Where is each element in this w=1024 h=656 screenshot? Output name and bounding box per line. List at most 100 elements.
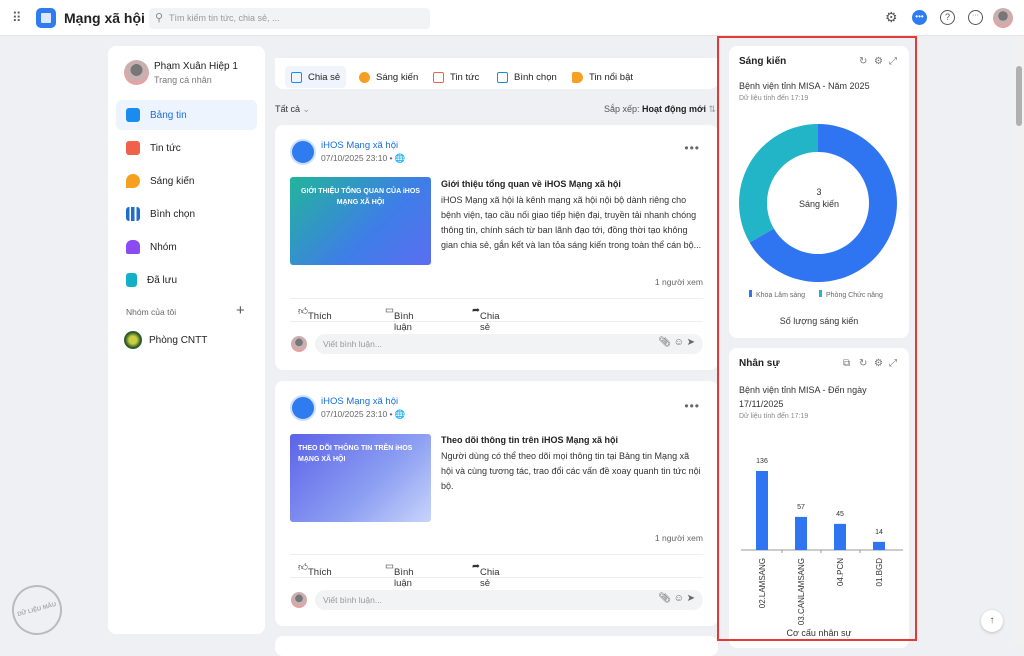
share-label: Chia sẻ (479, 567, 500, 589)
add-group-icon[interactable]: + (236, 302, 245, 319)
like-button[interactable]: 👍︎ Thích (298, 561, 332, 578)
tab-binh-chon[interactable]: Bình chọn (491, 66, 563, 88)
profile-subtitle[interactable]: Trang cá nhân (154, 75, 212, 85)
post-thumbnail[interactable]: GIỚI THIỆU TỔNG QUAN CỦA iHOS MẠNG XÃ HỘ… (290, 177, 431, 265)
sidebar-item-bang-tin[interactable]: Bảng tin (116, 100, 257, 130)
profile-name[interactable]: Phạm Xuân Hiệp 1 (154, 61, 238, 72)
poll-icon (126, 207, 140, 221)
legend-swatch (749, 290, 752, 297)
comment-button[interactable]: ▭ Bình luận (385, 305, 414, 333)
help-icon[interactable]: ? (940, 10, 955, 25)
x-tick-label: 01.BGD (875, 558, 884, 587)
top-bar: ⠿ Mạng xã hội ⚲ Tìm kiếm tin tức, chia s… (0, 0, 1024, 36)
bar-03.CANLAMSANG[interactable] (795, 516, 807, 550)
attach-emoji-send-icons[interactable]: 📎︎ ☺ ➤ (658, 337, 695, 348)
lightbulb-icon (126, 174, 140, 188)
tab-sang-kien[interactable]: Sáng kiến (353, 66, 424, 88)
post-card: iHOS Mạng xã hội 07/10/2025 23:10 • 🌐 ••… (275, 125, 718, 370)
comment-label: Bình luận (393, 567, 414, 589)
post-card: iHOS Mạng xã hội 07/10/2025 23:10 • 🌐 ••… (275, 381, 718, 626)
comment-button[interactable]: ▭ Bình luận (385, 561, 414, 589)
group-item-phong-cntt[interactable]: Phòng CNTT (149, 335, 207, 346)
thumbnail-text: THEO DÕI THÔNG TIN TRÊN iHOS MẠNG XÃ HỘI (298, 445, 413, 463)
like-button[interactable]: 👍︎ Thích (298, 305, 332, 322)
author-avatar[interactable] (290, 395, 316, 421)
bar-value-label: 57 (797, 504, 805, 511)
scrollbar[interactable] (1014, 36, 1024, 646)
scrollbar-thumb[interactable] (1016, 66, 1022, 126)
tab-label: Tin tức (450, 71, 480, 83)
expand-icon[interactable]: ⤢ (889, 56, 897, 67)
attach-emoji-send-icons[interactable]: 📎︎ ☺ ➤ (658, 593, 695, 604)
sidebar-item-binh-chon[interactable]: Bình chọn (116, 199, 257, 229)
tab-label: Chia sẻ (308, 71, 341, 83)
post-views[interactable]: 1 người xem (655, 277, 703, 287)
bar-chart: 136 02.LAMSANG 57 03.CANLAMSANG 45 04.PCN 14 01… (741, 458, 903, 625)
post-date-text: 07/10/2025 23:10 (321, 409, 388, 419)
post-thumbnail[interactable]: THEO DÕI THÔNG TIN TRÊN iHOS MẠNG XÃ HỘI (290, 434, 431, 522)
post-title[interactable]: Giới thiệu tổng quan về iHOS Mạng xã hội (441, 179, 621, 189)
sidebar-item-sang-kien[interactable]: Sáng kiến (116, 166, 257, 196)
commenter-avatar (291, 592, 307, 608)
tab-tin-tuc[interactable]: Tin tức (427, 66, 485, 88)
bar-02.LAMSANG[interactable] (756, 471, 768, 550)
sidebar-item-nhom[interactable]: Nhóm (116, 232, 257, 262)
comment-input[interactable]: Viết bình luận... 📎︎ ☺ ➤ (315, 590, 703, 610)
sort-label: Sắp xếp: (604, 104, 640, 114)
user-avatar[interactable] (993, 8, 1013, 28)
gear-icon[interactable]: ⚙ (874, 56, 883, 67)
sidebar-item-tin-tuc[interactable]: Tin tức (116, 133, 257, 163)
sidebar-item-da-luu[interactable]: Đã lưu (116, 265, 257, 295)
post-date-text: 07/10/2025 23:10 (321, 153, 388, 163)
tab-label: Bình chọn (514, 71, 557, 83)
widget-updated: Dữ liệu tính đến 17:19 (739, 95, 809, 102)
share-button[interactable]: ➦ Chia sẻ (472, 561, 500, 589)
filter-dropdown[interactable]: Tất cả ⌄ (275, 104, 310, 115)
bar-01.BGD[interactable] (873, 541, 885, 550)
post-author[interactable]: iHOS Mạng xã hội (321, 396, 398, 407)
post-author[interactable]: iHOS Mạng xã hội (321, 140, 398, 151)
bar-04.PCN[interactable] (834, 523, 846, 550)
author-avatar[interactable] (290, 139, 316, 165)
staff-widget: Nhân sự ⧉ ↻ ⚙ ⤢ Bệnh viện tỉnh MISA - Đế… (729, 348, 909, 648)
more-icon[interactable]: ··· (968, 10, 983, 25)
donut-center-value: 3 (816, 187, 822, 197)
sidebar-item-label: Sáng kiến (150, 175, 195, 187)
post-views[interactable]: 1 người xem (655, 533, 703, 543)
comment-input[interactable]: Viết bình luận... 📎︎ ☺ ➤ (315, 334, 703, 354)
legend-item[interactable]: Phòng Chức năng (819, 290, 883, 299)
tab-chia-se[interactable]: Chia sẻ (285, 66, 347, 88)
bar-value-label: 14 (875, 529, 883, 536)
comment-placeholder: Viết bình luận... (323, 595, 382, 605)
chat-icon[interactable]: ••• (912, 10, 927, 25)
globe-icon: 🌐 (394, 153, 406, 163)
newsfeed-icon (126, 108, 140, 122)
refresh-icon[interactable]: ↻ (859, 56, 867, 67)
gear-icon[interactable]: ⚙ (885, 9, 898, 26)
donut-slice-1[interactable] (739, 124, 818, 243)
share-icon (291, 71, 302, 83)
comment-placeholder: Viết bình luận... (323, 339, 382, 349)
tab-tin-noi-bat[interactable]: Tin nổi bật (566, 66, 639, 88)
post-date: 07/10/2025 23:10 • 🌐 (321, 153, 406, 163)
widget-title: Sáng kiến (739, 56, 787, 67)
scroll-to-top-button[interactable]: ↑ (981, 610, 1003, 632)
sort-control[interactable]: Sắp xếp: Hoạt động mới ⇅ (604, 104, 716, 115)
widget-subtitle: Bệnh viện tỉnh MISA - Năm 2025 (739, 81, 870, 91)
post-more-icon[interactable]: ••• (684, 399, 700, 413)
apps-grid-icon[interactable]: ⠿ (12, 10, 22, 26)
search-input[interactable]: ⚲ Tìm kiếm tin tức, chia sẻ, ... (149, 8, 430, 29)
post-card (275, 636, 718, 656)
sidebar-item-label: Tin tức (150, 142, 181, 154)
app-logo-icon (36, 8, 56, 28)
chevron-down-icon: ⌄ (302, 104, 311, 114)
sidebar-item-label: Đã lưu (147, 274, 178, 286)
post-more-icon[interactable]: ••• (684, 141, 700, 155)
legend-item[interactable]: Khoa Lâm sàng (749, 290, 805, 299)
share-button[interactable]: ➦ Chia sẻ (472, 305, 500, 333)
group-avatar[interactable] (124, 331, 142, 349)
post-title[interactable]: Theo dõi thông tin trên iHOS Mạng xã hội (441, 435, 618, 445)
post-body: iHOS Mạng xã hội là kênh mạng xã hội nội… (441, 195, 702, 250)
sort-value: Hoạt động mới (642, 104, 706, 114)
profile-avatar[interactable] (124, 60, 149, 85)
